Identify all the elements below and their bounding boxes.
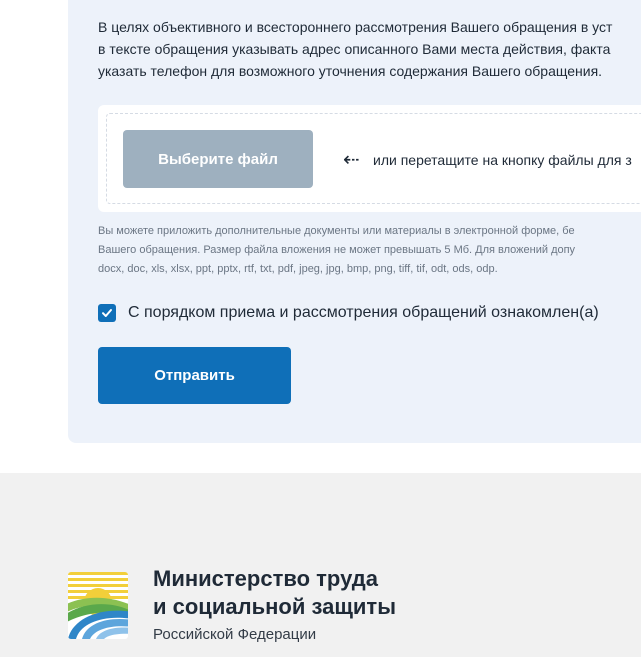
ministry-title-line: Министерство труда [153,566,378,591]
ministry-title[interactable]: Министерство труда и социальной защиты [153,565,396,621]
submit-button[interactable]: Отправить [98,347,291,404]
ministry-logo-icon[interactable] [68,572,128,639]
info-line: В целях объективного и всестороннего рас… [98,19,613,35]
agreement-row[interactable]: С порядком приема и рассмотрения обращен… [98,302,599,324]
choose-file-button[interactable]: Выберите файл [123,130,313,188]
drag-hint-text: или перетащите на кнопку файлы для з [373,152,632,168]
note-line: Вашего обращения. Размер файла вложения … [98,244,576,256]
ministry-subtitle: Российской Федерации [153,626,317,643]
agreement-label[interactable]: С порядком приема и рассмотрения обращен… [128,304,599,322]
info-text: В целях объективного и всестороннего рас… [98,16,641,82]
info-line: указать телефон для возможного уточнения… [98,63,603,79]
note-line: Вы можете приложить дополнительные докум… [98,225,575,237]
checkmark-icon [102,309,112,317]
note-line: docx, doc, xls, xlsx, ppt, pptx, rtf, tx… [98,263,498,275]
agreement-checkbox[interactable] [98,304,116,322]
info-line: в тексте обращения указывать адрес описа… [98,41,611,57]
ministry-title-line: и социальной защиты [153,594,396,619]
arrow-left-icon: ⇠ [343,147,360,171]
attachment-note: Вы можете приложить дополнительные докум… [98,222,641,279]
